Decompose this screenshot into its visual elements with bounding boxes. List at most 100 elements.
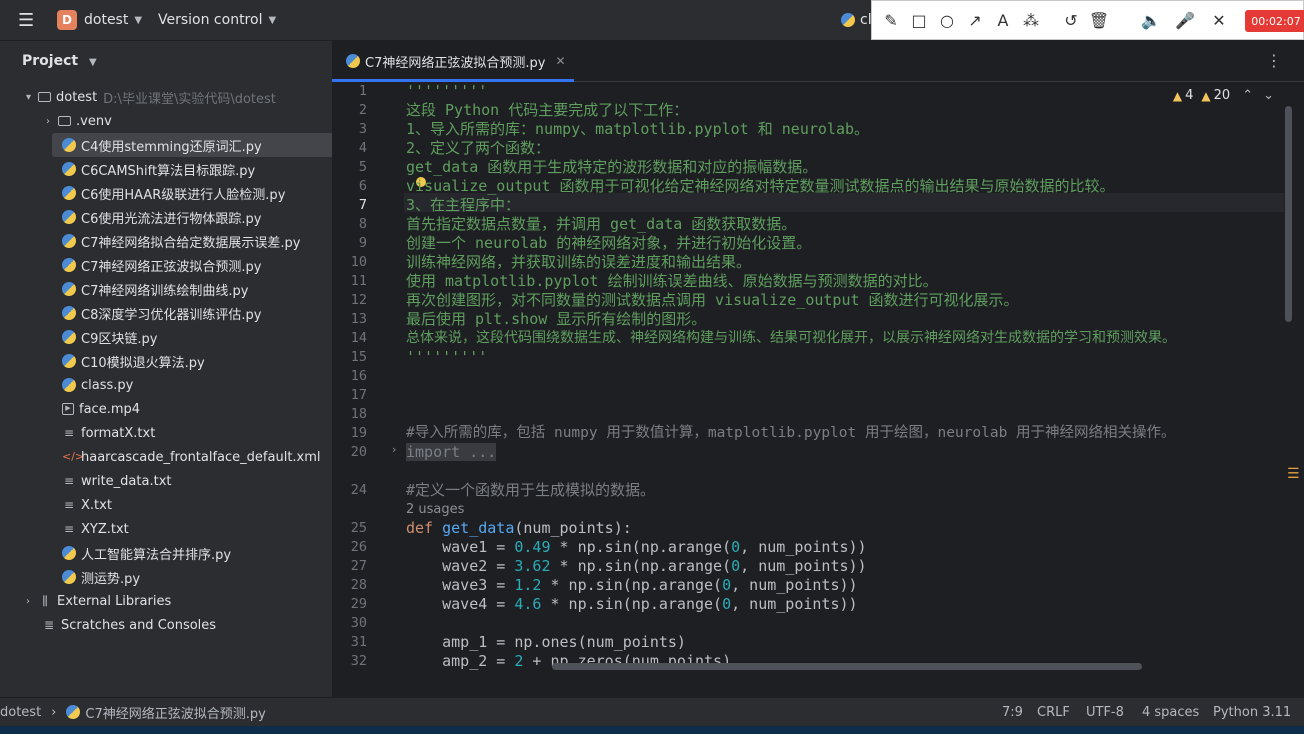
tree-root[interactable]: ▾ dotest D:\毕业课堂\实验代码\dotest [10, 85, 348, 109]
line-separator[interactable]: CRLF [1037, 698, 1070, 726]
python-file-icon [62, 138, 76, 152]
code-line: 2、定义了两个函数： [406, 139, 551, 157]
list-item-label: formatX.txt [81, 425, 156, 441]
project-switcher[interactable]: D dotest ▼ [57, 0, 142, 40]
list-item-label: C7神经网络训练绘制曲线.py [81, 283, 249, 299]
line-number: 25 [350, 520, 367, 536]
code-line-comment: #导入所需的库，包括 numpy 用于数值计算，matplotlib.pyplo… [406, 425, 1176, 441]
list-item[interactable]: C4使用stemming还原词汇.py [52, 133, 338, 157]
microphone-icon[interactable]: 🎤 [1174, 9, 1196, 31]
vcs-menu[interactable]: Version control ▼ [158, 0, 276, 40]
number: 3.62 [514, 557, 551, 575]
editor: C7神经网络正弦波拟合预测.py ✕ ⋮ ▲ 4 ▲ 20 ⌃ ⌄ 1 2 3 … [332, 41, 1304, 697]
breadcrumb: dotest › C7神经网络正弦波拟合预测.py [0, 698, 266, 726]
code-text: wave3 = [406, 576, 515, 594]
more-options-icon[interactable]: ⋮ [1266, 51, 1282, 70]
close-icon[interactable]: ✕ [1208, 9, 1230, 31]
error-stripe-marker-icon[interactable]: ☰ [1287, 467, 1300, 481]
usages-hint[interactable]: 2 usages [406, 500, 464, 519]
pencil-icon[interactable]: ✎ [880, 9, 902, 31]
python-file-icon [62, 282, 76, 296]
caret-position[interactable]: 7:9 [1002, 698, 1023, 726]
list-item-label: face.mp4 [79, 401, 141, 417]
chevron-down-icon: ▼ [88, 57, 97, 68]
project-panel: Project ▼ ▾ dotest D:\毕业课堂\实验代码\dotest ›… [10, 41, 338, 697]
line-number: 1 [358, 83, 367, 99]
code-line: visualize_output 函数用于可视化给定神经网络对特定数量测试数据点… [406, 177, 1115, 195]
trash-icon[interactable]: 🗑 [1088, 9, 1110, 31]
line-number: 7 [358, 197, 367, 213]
code-text: wave4 = [406, 595, 515, 613]
root-name: dotest [56, 89, 98, 105]
code-line: amp_1 = np.ones(num_points) [406, 633, 686, 651]
indent-setting[interactable]: 4 spaces [1142, 698, 1199, 726]
python-file-icon [841, 13, 855, 27]
chevron-down-icon: ▾ [26, 91, 32, 103]
line-number: 3 [358, 121, 367, 137]
undo-icon[interactable]: ↺ [1060, 9, 1082, 31]
breadcrumb-file[interactable]: C7神经网络正弦波拟合预测.py [85, 703, 265, 722]
code-text: * np.sin(np.arange( [541, 576, 723, 594]
file-encoding[interactable]: UTF-8 [1086, 698, 1124, 726]
code-text: amp_2 = [406, 652, 515, 670]
code-line: 再次创建图形，对不同数量的测试数据点调用 visualize_output 函数… [406, 291, 1019, 309]
number: 0 [722, 595, 732, 613]
scratches-and-consoles[interactable]: ≣ Scratches and Consoles [10, 613, 364, 637]
folded-region[interactable]: ... [460, 443, 497, 461]
speaker-icon[interactable]: 🔈 [1140, 9, 1162, 31]
circle-icon[interactable]: ○ [936, 9, 958, 31]
tab-current-file[interactable]: C7神经网络正弦波拟合预测.py ✕ [332, 41, 574, 82]
list-item-label: .venv [76, 113, 112, 129]
python-file-icon [62, 186, 76, 200]
python-file-icon [62, 330, 76, 344]
code-line: wave3 = 1.2 * np.sin(np.arange(0, num_po… [406, 576, 858, 595]
magic-wand-icon[interactable]: ⁂ [1020, 9, 1042, 31]
project-name: dotest [84, 12, 129, 28]
fold-expand-icon[interactable]: › [392, 443, 396, 456]
vertical-scrollbar[interactable] [1285, 106, 1292, 322]
line-number: 24 [350, 482, 367, 498]
close-icon[interactable]: ✕ [555, 54, 565, 68]
list-item-label: 人工智能算法合并排序.py [81, 547, 232, 563]
external-libraries[interactable]: › ⫼ External Libraries [10, 589, 348, 613]
code-area[interactable]: ''''''''' 这段 Python 代码主要完成了以下工作： 1、导入所需的… [406, 82, 1286, 677]
breadcrumb-project[interactable]: dotest [0, 705, 41, 720]
status-bar: dotest › C7神经网络正弦波拟合预测.py 7:9 CRLF UTF-8… [0, 697, 1304, 726]
scratches-icon: ≣ [43, 618, 55, 632]
python-interpreter[interactable]: Python 3.11 [1213, 698, 1291, 726]
rectangle-icon[interactable]: □ [908, 9, 930, 31]
code-line: 这段 Python 代码主要完成了以下工作： [406, 101, 689, 119]
code-line-comment: #定义一个函数用于生成模拟的数据。 [406, 481, 656, 499]
code-text: , num_points)) [731, 576, 858, 594]
project-panel-header[interactable]: Project ▼ [22, 53, 97, 69]
number: 0 [731, 557, 741, 575]
list-item-label: C9区块链.py [81, 331, 158, 347]
code-line: 首先指定数据点数量，并调用 get_data 函数获取数据。 [406, 215, 797, 233]
code-line: 使用 matplotlib.pyplot 绘制训练误差曲线、原始数据与预测数据的… [406, 272, 938, 290]
run-config-label: cl [860, 12, 872, 28]
vcs-label: Version control [158, 12, 263, 28]
chevron-down-icon: ▼ [134, 14, 143, 26]
list-item-label: X.txt [81, 497, 112, 513]
line-number: 13 [350, 311, 367, 327]
line-number: 12 [350, 292, 367, 308]
code-line: 总体来说，这段代码围绕数据生成、神经网络构建与训练、结果可视化展开，以展示神经网… [406, 330, 1176, 346]
screen-recorder-toolbar: ✎ □ ○ ↗ A ⁂ ↺ 🗑 🔈 🎤 ✕ 00:02:07 [871, 0, 1304, 40]
line-number: 30 [350, 615, 367, 631]
run-config[interactable]: cl [841, 0, 872, 40]
text-icon[interactable]: A [992, 9, 1014, 31]
line-number: 27 [350, 558, 367, 574]
python-file-icon [346, 54, 360, 68]
keyword: def [406, 519, 434, 537]
list-item-label: C4使用stemming还原词汇.py [81, 139, 262, 155]
python-file-icon [62, 378, 76, 392]
list-item[interactable]: › .venv [10, 109, 368, 133]
horizontal-scrollbar[interactable] [552, 663, 1142, 670]
list-item-label: write_data.txt [81, 473, 172, 489]
list-item-label: C6使用HAAR级联进行人脸检测.py [81, 187, 286, 203]
main-menu-button[interactable]: ☰ [18, 0, 34, 40]
arrow-icon[interactable]: ↗ [964, 9, 986, 31]
line-number: 17 [350, 387, 367, 403]
code-text: * np.sin(np.arange( [550, 557, 732, 575]
number: 1.2 [514, 576, 542, 594]
